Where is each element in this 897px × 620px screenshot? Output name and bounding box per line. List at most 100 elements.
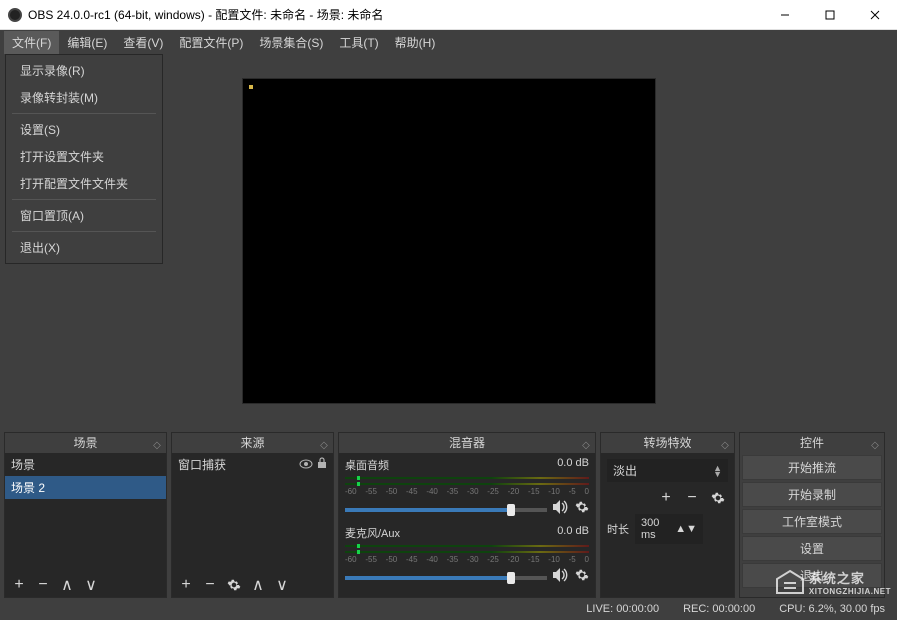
menu-file[interactable]: 文件(F): [4, 31, 59, 54]
add-scene-button[interactable]: +: [9, 575, 29, 595]
start-recording-button[interactable]: 开始录制: [742, 482, 882, 507]
meter-ticks: -60-55-50-45-40-35-30-25-20-15-10-50: [345, 487, 589, 496]
scenes-header: 场景 ◇: [5, 433, 166, 453]
visibility-icon[interactable]: [299, 458, 313, 472]
transition-selected: 淡出: [613, 462, 637, 479]
menu-settings[interactable]: 设置(S): [6, 116, 162, 143]
duration-label: 时长: [607, 521, 629, 537]
scenes-title: 场景: [73, 436, 97, 450]
remove-scene-button[interactable]: −: [33, 575, 53, 595]
statusbar: LIVE: 00:00:00 REC: 00:00:00 CPU: 6.2%, …: [0, 598, 897, 620]
transition-settings-button[interactable]: [708, 488, 728, 508]
mixer-dock: 混音器 ◇ 桌面音频 0.0 dB -60-55-50-45-40-35-30-…: [338, 432, 596, 598]
move-scene-up-button[interactable]: ∧: [57, 575, 77, 595]
scenes-dock: 场景 ◇ 场景 场景 2 + − ∧ ∨: [4, 432, 167, 598]
close-button[interactable]: [852, 0, 897, 30]
source-item[interactable]: 窗口捕获: [172, 453, 333, 476]
preview-canvas[interactable]: [242, 78, 656, 404]
remove-transition-button[interactable]: −: [682, 488, 702, 508]
source-list[interactable]: 窗口捕获: [172, 453, 333, 573]
scene-list[interactable]: 场景 场景 2: [5, 453, 166, 573]
settings-button[interactable]: 设置: [742, 536, 882, 561]
sources-header: 来源 ◇: [172, 433, 333, 453]
controls-dock: 控件 ◇ 开始推流 开始录制 工作室模式 设置 退出: [739, 432, 885, 598]
mixer-title: 混音器: [449, 436, 485, 450]
menu-separator: [12, 113, 156, 114]
transitions-header: 转场特效 ◇: [601, 433, 734, 453]
popout-icon[interactable]: ◇: [869, 436, 881, 448]
lock-icon[interactable]: [317, 457, 327, 472]
move-source-down-button[interactable]: ∨: [272, 575, 292, 595]
menu-scene-collection[interactable]: 场景集合(S): [251, 31, 331, 54]
volume-slider[interactable]: [345, 508, 547, 512]
window-titlebar: OBS 24.0.0-rc1 (64-bit, windows) - 配置文件:…: [0, 0, 897, 30]
mixer-channel-name: 麦克风/Aux: [345, 525, 400, 541]
popout-icon[interactable]: ◇: [318, 436, 330, 448]
scene-item[interactable]: 场景 2: [5, 476, 166, 499]
channel-settings-button[interactable]: [575, 500, 589, 519]
source-settings-button[interactable]: [224, 575, 244, 595]
meter-ticks: -60-55-50-45-40-35-30-25-20-15-10-50: [345, 555, 589, 564]
start-streaming-button[interactable]: 开始推流: [742, 455, 882, 480]
transition-select[interactable]: 淡出 ▲▼: [607, 459, 728, 482]
move-scene-down-button[interactable]: ∨: [81, 575, 101, 595]
menu-open-settings-folder[interactable]: 打开设置文件夹: [6, 143, 162, 170]
duration-spinbox[interactable]: 300 ms ▲▼: [635, 514, 703, 544]
mixer-header: 混音器 ◇: [339, 433, 595, 453]
status-cpu: CPU: 6.2%, 30.00 fps: [779, 603, 885, 615]
menu-remux-recordings[interactable]: 录像转封装(M): [6, 84, 162, 111]
mixer-channel-name: 桌面音频: [345, 457, 389, 473]
transitions-title: 转场特效: [643, 436, 691, 450]
audio-meter: [345, 483, 589, 485]
popout-icon[interactable]: ◇: [719, 436, 731, 448]
window-title: OBS 24.0.0-rc1 (64-bit, windows) - 配置文件:…: [28, 6, 762, 23]
channel-settings-button[interactable]: [575, 568, 589, 587]
mixer-channel-db: 0.0 dB: [557, 457, 589, 473]
controls-header: 控件 ◇: [740, 433, 884, 453]
status-rec: REC: 00:00:00: [683, 603, 755, 615]
app-icon: [8, 8, 22, 22]
menu-separator: [12, 231, 156, 232]
menu-open-profile-folder[interactable]: 打开配置文件文件夹: [6, 170, 162, 197]
chevron-updown-icon: ▲▼: [713, 465, 722, 477]
menu-profile[interactable]: 配置文件(P): [171, 31, 251, 54]
menu-help[interactable]: 帮助(H): [387, 31, 444, 54]
audio-meter: [345, 551, 589, 553]
duration-value: 300 ms: [641, 517, 667, 541]
mixer-channel-db: 0.0 dB: [557, 525, 589, 541]
menu-always-on-top[interactable]: 窗口置顶(A): [6, 202, 162, 229]
sources-dock: 来源 ◇ 窗口捕获 + − ∧ ∨: [171, 432, 334, 598]
file-menu-dropdown: 显示录像(R) 录像转封装(M) 设置(S) 打开设置文件夹 打开配置文件文件夹…: [5, 54, 163, 264]
menu-exit[interactable]: 退出(X): [6, 234, 162, 261]
menu-tools[interactable]: 工具(T): [331, 31, 386, 54]
speaker-icon[interactable]: [553, 568, 569, 587]
menu-view[interactable]: 查看(V): [115, 31, 171, 54]
menubar: 文件(F) 编辑(E) 查看(V) 配置文件(P) 场景集合(S) 工具(T) …: [0, 30, 897, 54]
popout-icon[interactable]: ◇: [151, 436, 163, 448]
menu-separator: [12, 199, 156, 200]
add-source-button[interactable]: +: [176, 575, 196, 595]
status-live: LIVE: 00:00:00: [586, 603, 659, 615]
mixer-channel-desktop: 桌面音频 0.0 dB -60-55-50-45-40-35-30-25-20-…: [345, 457, 589, 519]
maximize-button[interactable]: [807, 0, 852, 30]
audio-meter: [345, 477, 589, 479]
preview-cursor-icon: [249, 85, 253, 89]
move-source-up-button[interactable]: ∧: [248, 575, 268, 595]
minimize-button[interactable]: [762, 0, 807, 30]
source-label: 窗口捕获: [178, 456, 295, 473]
studio-mode-button[interactable]: 工作室模式: [742, 509, 882, 534]
remove-source-button[interactable]: −: [200, 575, 220, 595]
transitions-dock: 转场特效 ◇ 淡出 ▲▼ + − 时长 300 ms ▲▼: [600, 432, 735, 598]
scene-item[interactable]: 场景: [5, 453, 166, 476]
chevron-updown-icon: ▲▼: [675, 523, 697, 535]
popout-icon[interactable]: ◇: [580, 436, 592, 448]
volume-slider[interactable]: [345, 576, 547, 580]
menu-edit[interactable]: 编辑(E): [59, 31, 115, 54]
controls-title: 控件: [800, 436, 824, 450]
mixer-channel-mic: 麦克风/Aux 0.0 dB -60-55-50-45-40-35-30-25-…: [345, 525, 589, 587]
speaker-icon[interactable]: [553, 500, 569, 519]
exit-button[interactable]: 退出: [742, 563, 882, 588]
menu-show-recordings[interactable]: 显示录像(R): [6, 57, 162, 84]
add-transition-button[interactable]: +: [656, 488, 676, 508]
audio-meter: [345, 545, 589, 547]
